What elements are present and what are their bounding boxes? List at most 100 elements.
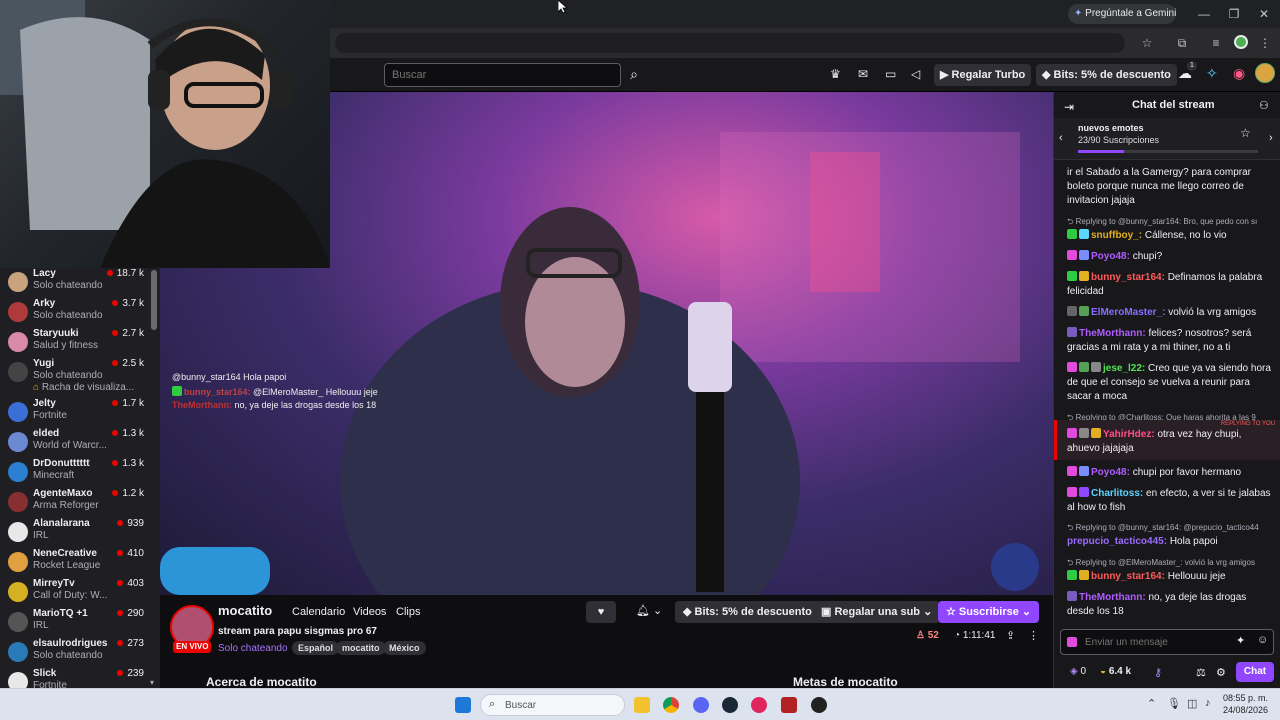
- reading-list-icon[interactable]: ≡: [1209, 35, 1223, 51]
- game-launcher-icon[interactable]: [781, 697, 797, 713]
- sidebar-scroll-down-icon[interactable]: ▾: [150, 678, 154, 687]
- network-icon[interactable]: ◫: [1187, 697, 1197, 710]
- crown-icon[interactable]: ♛: [830, 67, 841, 81]
- stream-category[interactable]: Solo chateando: [218, 643, 288, 654]
- profile-avatar[interactable]: [1234, 35, 1248, 49]
- chat-username[interactable]: YahirHdez:: [1103, 429, 1155, 440]
- channel-points[interactable]: ◈ 0: [1070, 666, 1086, 677]
- sidebar-item-staryuuki[interactable]: Staryuuki Salud y fitness 2.7 k: [0, 328, 150, 358]
- emote-picker-icon[interactable]: ☺: [1257, 634, 1268, 646]
- sidebar-item-elded[interactable]: elded World of Warcr... 1.3 k: [0, 428, 150, 458]
- sidebar-item-slick[interactable]: Slick Fortnite 239: [0, 668, 150, 688]
- sidebar-item-nenecreative[interactable]: NeneCreative Rocket League 410: [0, 548, 150, 578]
- collapse-chat-icon[interactable]: ⇥: [1064, 100, 1074, 114]
- chat-username[interactable]: TheMorthann:: [1079, 328, 1146, 339]
- browser-menu-icon[interactable]: ⋮: [1259, 35, 1271, 51]
- bits-balance[interactable]: ◒ 6.4 k: [1100, 666, 1131, 677]
- chat-username[interactable]: bunny_star164:: [1091, 272, 1165, 283]
- gemini-button[interactable]: ✦ Pregúntale a Gemini: [1068, 4, 1176, 24]
- media-player-icon[interactable]: [751, 697, 767, 713]
- chat-users-icon[interactable]: ⚇: [1259, 99, 1269, 112]
- search-input[interactable]: [384, 63, 621, 87]
- sidebar-item-alanalarana[interactable]: Alanalarana IRL 939: [0, 518, 150, 548]
- sidebar-item-agentemaxo[interactable]: AgenteMaxo Arma Reforger 1.2 k: [0, 488, 150, 518]
- sidebar-item-arky[interactable]: Arky Solo chateando 3.7 k: [0, 298, 150, 328]
- volume-icon[interactable]: ♪: [1205, 697, 1211, 709]
- reply-icon: ⮌: [1067, 217, 1076, 226]
- bits-button[interactable]: ◆ Bits: 5% de descuento: [1036, 64, 1177, 86]
- live-dot-icon: [112, 490, 119, 496]
- sidebar-item-jelty[interactable]: Jelty Fortnite 1.7 k: [0, 398, 150, 428]
- gift-turbo-button[interactable]: ▶ Regalar Turbo: [934, 64, 1032, 86]
- obs-icon[interactable]: [811, 697, 827, 713]
- prime-icon[interactable]: ✧: [1206, 65, 1218, 82]
- sidebar-item-mirreytv[interactable]: MirreyTv Call of Duty: W... 403: [0, 578, 150, 608]
- chat-username[interactable]: Poyo48:: [1091, 467, 1130, 478]
- clock-date[interactable]: 24/08/2026: [1222, 705, 1268, 715]
- chat-input-box[interactable]: ✦ ☺: [1060, 629, 1274, 655]
- sidebar-item-lacy[interactable]: Lacy Solo chateando 18.7 k: [0, 268, 150, 298]
- subscribe-button[interactable]: ☆ Suscribirse ⌄: [938, 601, 1040, 623]
- sidebar-item-drdonutttttt[interactable]: DrDonutttttt Minecraft 1.3 k: [0, 458, 150, 488]
- system-tray-chevron-icon[interactable]: ⌃: [1147, 697, 1156, 710]
- chat-username[interactable]: Poyo48:: [1091, 251, 1130, 262]
- tab-clips[interactable]: Clips: [396, 606, 420, 618]
- taskbar-search[interactable]: ⌕ Buscar: [480, 694, 625, 716]
- sidebar-scrollbar[interactable]: [151, 270, 157, 330]
- file-explorer-icon[interactable]: [634, 697, 650, 713]
- chat-username[interactable]: Charlitoss:: [1091, 488, 1143, 499]
- inbox-icon[interactable]: ✉: [858, 67, 868, 81]
- chrome-icon[interactable]: [663, 697, 679, 713]
- sidebar-item-yugi[interactable]: Yugi Solo chateando ⌂ Racha de visualiza..…: [0, 358, 150, 398]
- channel-name: MirreyTv: [33, 578, 75, 589]
- steam-icon[interactable]: [722, 697, 738, 713]
- chat-text: Cállense, no lo vio: [1144, 230, 1227, 241]
- chevron-left-icon[interactable]: ‹: [1059, 132, 1063, 144]
- follow-heart-button[interactable]: ♥: [586, 601, 616, 623]
- user-avatar[interactable]: [1255, 63, 1275, 83]
- bits-discount-button[interactable]: ◆ Bits: 5% de descuento: [675, 601, 820, 623]
- address-field[interactable]: [335, 33, 1125, 53]
- tab-videos[interactable]: Videos: [353, 606, 386, 618]
- sidebar-item-elsaulrodrigues[interactable]: elsaulrodrigues Solo chateando 273: [0, 638, 150, 668]
- chat-username[interactable]: ElMeroMaster_:: [1091, 307, 1165, 318]
- hype-train-icon[interactable]: ⚷: [1154, 666, 1162, 679]
- clock-time[interactable]: 08:55 p. m.: [1222, 693, 1268, 703]
- tag-mexico[interactable]: México: [383, 641, 426, 655]
- tag-espanol[interactable]: Español: [292, 641, 340, 655]
- whispers-icon[interactable]: ▭: [885, 67, 896, 81]
- share-icon[interactable]: ⇪: [1006, 629, 1015, 642]
- chat-username[interactable]: snuffboy_:: [1091, 230, 1142, 241]
- chat-send-button[interactable]: Chat: [1236, 662, 1274, 682]
- more-options-icon[interactable]: ⋮: [1028, 629, 1039, 642]
- chat-username[interactable]: prepucio_tactico445:: [1067, 536, 1167, 547]
- moderation-icon[interactable]: ⚖: [1196, 666, 1206, 679]
- notification-bell-button[interactable]: 🔔︎ ⌄: [636, 604, 662, 617]
- sidebar-item-mariotq[interactable]: MarioTQ +1 IRL 290: [0, 608, 150, 638]
- chevron-right-icon[interactable]: ›: [1269, 132, 1273, 144]
- hype-icon[interactable]: ◉: [1233, 65, 1245, 82]
- windows-start-icon[interactable]: [455, 697, 471, 713]
- extensions-icon[interactable]: ⧉: [1175, 35, 1189, 51]
- channel-name[interactable]: mocatito: [218, 603, 272, 618]
- channel-category: Solo chateando: [33, 650, 103, 661]
- announce-icon[interactable]: ◁: [911, 67, 920, 81]
- star-icon[interactable]: ☆: [1240, 126, 1251, 140]
- tag-mocatito[interactable]: mocatito: [336, 641, 386, 655]
- maximize-button[interactable]: ❐: [1226, 6, 1242, 22]
- search-icon[interactable]: ⌕: [622, 63, 646, 87]
- chat-username[interactable]: jese_l22:: [1103, 363, 1145, 374]
- chat-username[interactable]: bunny_star164:: [1091, 571, 1165, 582]
- discord-icon[interactable]: [693, 697, 709, 713]
- close-window-button[interactable]: ✕: [1256, 6, 1272, 22]
- minimize-button[interactable]: —: [1196, 6, 1212, 22]
- microphone-icon[interactable]: 🎙︎: [1167, 697, 1181, 710]
- chat-username[interactable]: TheMorthann:: [1079, 592, 1146, 603]
- gift-sub-button[interactable]: ▣ Regalar una sub ⌄: [813, 601, 941, 623]
- chat-message-input[interactable]: [1085, 634, 1225, 650]
- viewer-count-value: 18.7 k: [116, 268, 144, 279]
- tab-calendario[interactable]: Calendario: [292, 606, 345, 618]
- bookmark-star-icon[interactable]: ☆: [1140, 35, 1154, 51]
- emote-sparkle-icon[interactable]: ✦: [1236, 634, 1245, 647]
- settings-gear-icon[interactable]: ⚙: [1216, 666, 1226, 679]
